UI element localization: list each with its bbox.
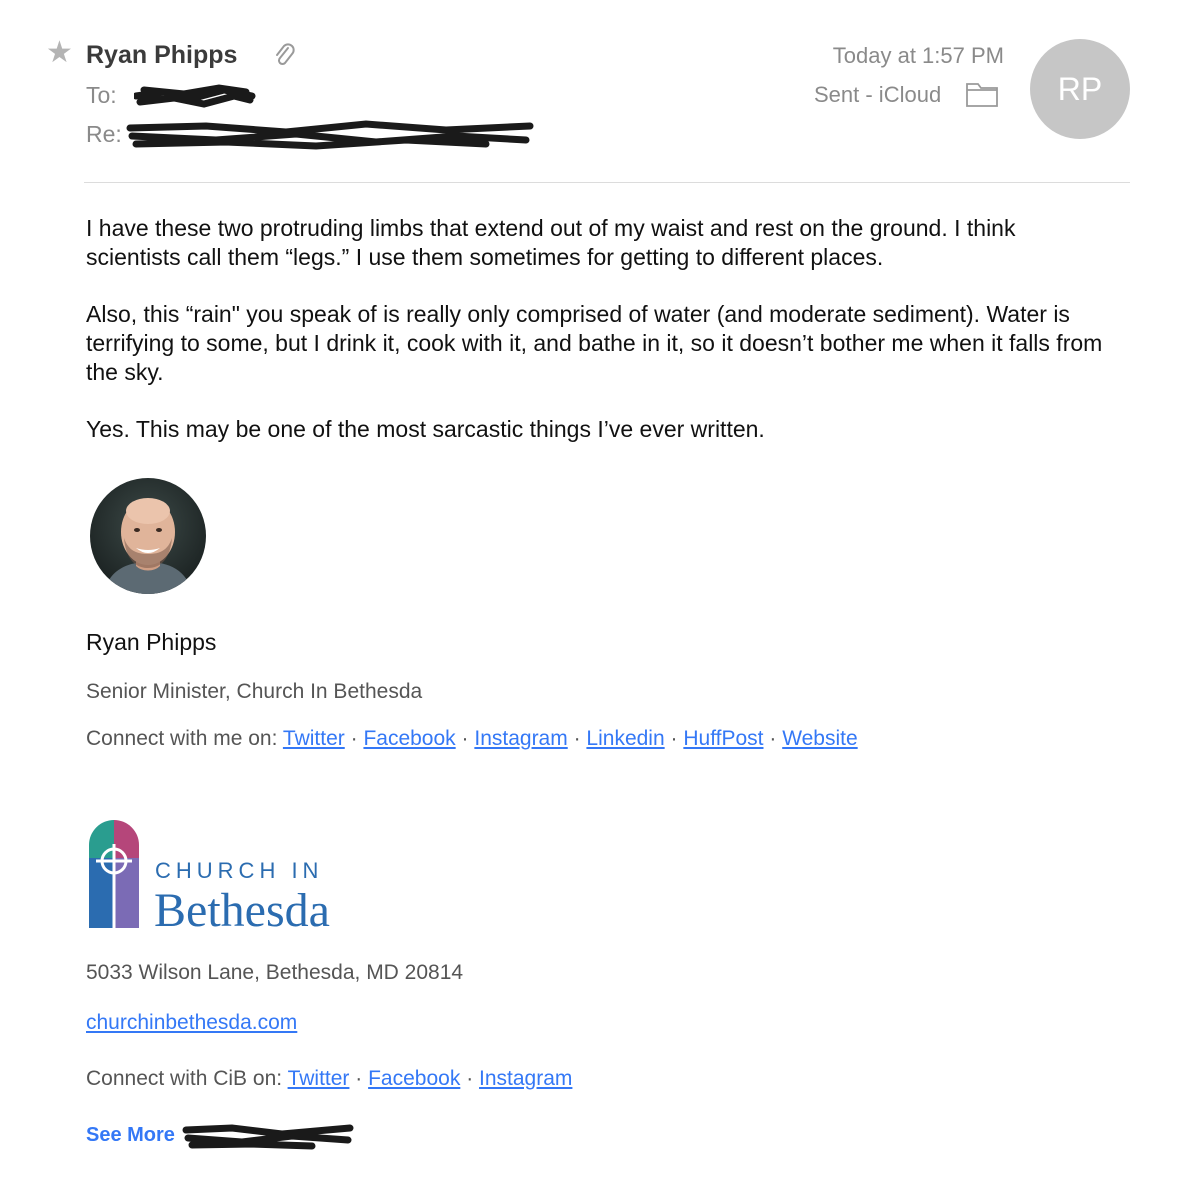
separator: · xyxy=(461,727,469,750)
link-huffpost[interactable]: HuffPost xyxy=(683,727,763,750)
church-logo: CHURCH IN Bethesda xyxy=(89,820,330,932)
cib-link-instagram[interactable]: Instagram xyxy=(479,1067,572,1090)
separator: · xyxy=(573,727,581,750)
connect-label: Connect with me on: xyxy=(86,727,278,750)
sender-name: Ryan Phipps xyxy=(86,41,238,69)
separator: · xyxy=(466,1067,474,1090)
redacted-subject xyxy=(126,120,534,150)
link-website[interactable]: Website xyxy=(782,727,857,750)
separator: · xyxy=(670,727,678,750)
body-paragraph: Also, this “rain" you speak of is really… xyxy=(86,301,1103,385)
star-icon[interactable]: ★ xyxy=(46,38,73,68)
signature-name: Ryan Phipps xyxy=(86,629,217,655)
folder-icon[interactable] xyxy=(965,80,999,108)
church-address: 5033 Wilson Lane, Bethesda, MD 20814 xyxy=(86,961,464,984)
link-instagram[interactable]: Instagram xyxy=(474,727,567,750)
cib-connect-row: Connect with CiB on: Twitter · Facebook … xyxy=(86,1065,572,1093)
logo-line2: Bethesda xyxy=(154,884,330,932)
re-label: Re: xyxy=(86,121,122,147)
header-divider xyxy=(84,182,1130,183)
link-twitter[interactable]: Twitter xyxy=(283,727,345,750)
cib-link-facebook[interactable]: Facebook xyxy=(368,1067,460,1090)
link-facebook[interactable]: Facebook xyxy=(363,727,455,750)
message-date: Today at 1:57 PM xyxy=(832,43,1004,68)
to-label: To: xyxy=(86,82,117,108)
body-paragraph: Yes. This may be one of the most sarcast… xyxy=(86,416,765,442)
paperclip-icon[interactable] xyxy=(272,42,296,70)
mailbox-label: Sent - iCloud xyxy=(814,82,942,107)
separator: · xyxy=(355,1067,363,1090)
body-paragraph: I have these two protruding limbs that e… xyxy=(86,215,1016,270)
signature-photo xyxy=(90,478,206,594)
redacted-see-more xyxy=(182,1124,354,1150)
signature-connect-row: Connect with me on: Twitter · Facebook ·… xyxy=(86,725,858,753)
separator: · xyxy=(350,727,358,750)
cib-link-twitter[interactable]: Twitter xyxy=(288,1067,350,1090)
redacted-recipient xyxy=(134,84,256,108)
church-website-link[interactable]: churchinbethesda.com xyxy=(86,1009,297,1037)
signature-title: Senior Minister, Church In Bethesda xyxy=(86,680,423,703)
cib-connect-label: Connect with CiB on: xyxy=(86,1067,283,1090)
separator: · xyxy=(769,727,777,750)
see-more-button[interactable]: See More xyxy=(86,1121,175,1149)
logo-line1: CHURCH IN xyxy=(155,858,323,883)
link-linkedin[interactable]: Linkedin xyxy=(586,727,664,750)
sender-avatar[interactable]: RP xyxy=(1030,39,1130,139)
